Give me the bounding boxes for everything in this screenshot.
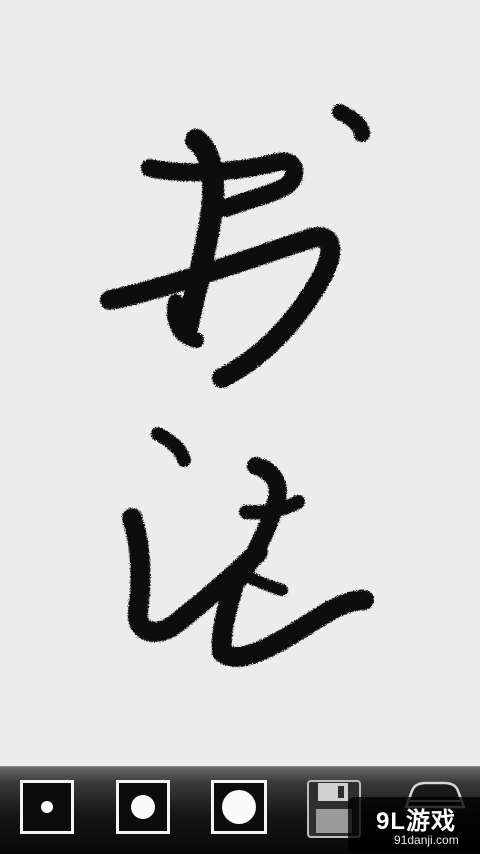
brush-small-button[interactable]	[20, 780, 74, 834]
ink-stroke	[231, 457, 287, 587]
ink-artwork	[100, 104, 374, 667]
small-dot-icon	[41, 801, 53, 813]
bottom-toolbar: 9L游戏 91danji.com	[0, 766, 480, 854]
brush-medium-button[interactable]	[116, 780, 170, 834]
brush-large-button[interactable]	[211, 780, 267, 834]
ink-stroke	[332, 104, 370, 142]
large-dot-icon	[222, 790, 256, 824]
medium-dot-icon	[131, 795, 155, 819]
ink-stroke	[151, 427, 191, 467]
watermark: 9L游戏 91danji.com	[348, 797, 480, 853]
ink-stroke	[100, 227, 341, 388]
watermark-logo: 9L游戏	[376, 808, 457, 835]
calligraphy-app: 9L游戏 91danji.com	[0, 0, 480, 854]
watermark-url: 91danji.com	[394, 833, 459, 847]
drawing-canvas[interactable]	[0, 0, 480, 766]
ink-stroke	[211, 568, 374, 667]
